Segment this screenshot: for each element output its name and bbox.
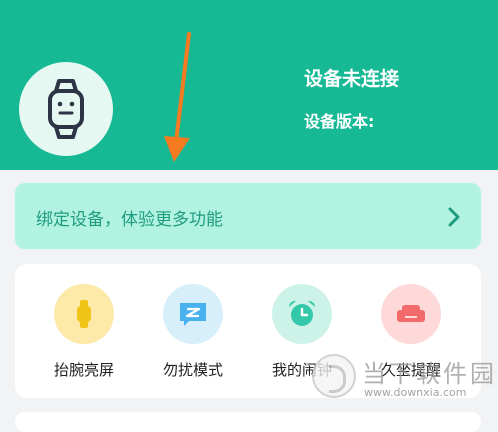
feature-label: 勿扰模式 [162,361,223,379]
do-not-disturb-icon-bg [163,284,223,344]
feature-do-not-disturb[interactable]: 勿扰模式 [138,284,248,380]
bind-device-text: 绑定设备，体验更多功能 [36,210,223,230]
device-version: 设备版本: [304,112,375,131]
watermark: 当下软件园 www.downxia.com [312,352,498,404]
bind-device-banner[interactable]: 绑定设备，体验更多功能 [15,183,481,249]
annotation-arrow-icon [164,32,191,162]
device-status: 设备未连接 [304,68,400,90]
next-section-card [15,412,481,432]
alarm-clock-icon [288,300,316,326]
watermark-text: 当下软件园 [362,360,497,388]
device-avatar[interactable] [19,62,113,156]
feature-wrist-raise[interactable]: 抬腕亮屏 [29,284,139,380]
sedentary-icon-bg [381,284,441,344]
sofa-icon [397,305,425,322]
alarm-icon-bg [272,284,332,344]
smartwatch-icon [48,79,84,139]
wrist-raise-icon-bg [54,284,114,344]
chevron-right-icon [448,207,460,227]
do-not-disturb-message-icon [180,303,206,326]
wrist-raise-watch-icon [77,300,91,328]
watermark-url: www.downxia.com [364,386,467,399]
feature-label: 抬腕亮屏 [53,361,114,379]
watermark-logo-icon [312,354,356,398]
device-header: 设备未连接 设备版本: [0,0,498,170]
